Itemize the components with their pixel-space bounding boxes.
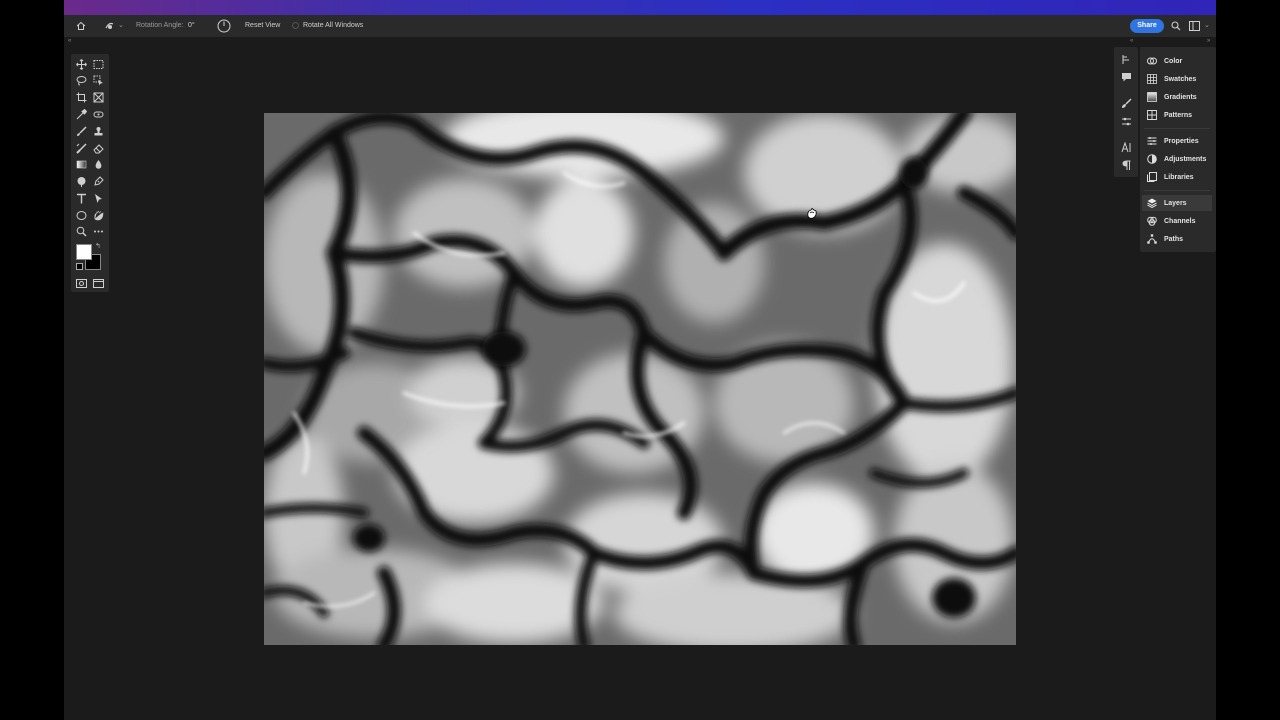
blur-tool-icon[interactable] — [91, 158, 105, 171]
move-tool-icon[interactable] — [74, 58, 88, 71]
panel-libraries[interactable]: Libraries — [1142, 169, 1212, 185]
path-select-tool-icon[interactable] — [91, 192, 105, 205]
panel-adjustments[interactable]: Adjustments — [1142, 151, 1212, 167]
marquee-tool-icon[interactable] — [91, 58, 105, 71]
panel-label: Libraries — [1164, 173, 1194, 181]
search-icon[interactable] — [1171, 15, 1181, 37]
frame-tool-icon[interactable] — [91, 91, 105, 104]
brush-tool-icon[interactable] — [74, 125, 88, 138]
document-canvas[interactable] — [264, 113, 1016, 645]
default-colors-icon[interactable] — [76, 263, 83, 270]
panel-layers[interactable]: Layers — [1142, 195, 1212, 211]
panel-gradients[interactable]: Gradients — [1142, 89, 1212, 105]
collapse-right-icon[interactable]: « — [1130, 38, 1133, 44]
spot-healing-tool-icon[interactable] — [91, 108, 105, 121]
libraries-icon — [1146, 172, 1157, 183]
type-tool-icon[interactable] — [74, 192, 88, 205]
gradients-icon — [1146, 92, 1157, 103]
collapse-left-icon[interactable]: « — [68, 38, 71, 44]
workspace-icon[interactable] — [1189, 15, 1200, 37]
history-icon[interactable] — [1119, 53, 1133, 66]
patterns-icon — [1146, 110, 1157, 121]
paragraph-icon[interactable] — [1119, 159, 1133, 172]
swap-colors-icon[interactable]: ↰ — [95, 242, 101, 250]
panel-properties[interactable]: Properties — [1142, 133, 1212, 149]
channels-icon — [1146, 216, 1157, 227]
title-strip — [64, 0, 1216, 15]
paths-icon — [1146, 234, 1157, 245]
options-bar: ⌄ Rotation Angle: 0° Reset View Rotate A… — [64, 15, 1216, 37]
panel-patterns[interactable]: Patterns — [1142, 107, 1212, 123]
panel-label: Gradients — [1164, 93, 1197, 101]
dodge-tool-icon[interactable] — [74, 175, 88, 188]
workspace-chevron-icon[interactable]: ⌄ — [1204, 15, 1210, 37]
panel-label: Paths — [1164, 235, 1184, 243]
eraser-tool-icon[interactable] — [91, 142, 105, 155]
panel-divider — [1144, 190, 1210, 191]
rotate-all-checkbox[interactable] — [292, 15, 299, 37]
panel-label: Properties — [1164, 137, 1199, 145]
eyedropper-tool-icon[interactable] — [74, 108, 88, 121]
pen-tool-icon[interactable] — [91, 175, 105, 188]
panel-channels[interactable]: Channels — [1142, 213, 1212, 229]
panel-swatches[interactable]: Swatches — [1142, 71, 1212, 87]
screen-mode-icon[interactable] — [91, 277, 105, 290]
panel-label: Color — [1164, 57, 1183, 65]
panel-label: Adjustments — [1164, 155, 1207, 163]
reset-view-button[interactable]: Reset View — [245, 15, 280, 37]
object-select-tool-icon[interactable] — [91, 74, 105, 87]
hand-rotate-tool-icon[interactable] — [91, 209, 105, 222]
tools-panel: ↰ — [71, 54, 109, 292]
ellipse-tool-icon[interactable] — [74, 209, 88, 222]
crop-tool-icon[interactable] — [74, 91, 88, 104]
panel-divider — [1144, 128, 1210, 129]
chevron-down-icon[interactable]: ⌄ — [118, 15, 124, 37]
panel-icon-strip — [1114, 47, 1138, 177]
rotate-view-icon[interactable] — [104, 15, 116, 37]
foreground-color-swatch[interactable] — [76, 244, 92, 260]
comments-icon[interactable] — [1119, 71, 1133, 84]
history-brush-tool-icon[interactable] — [74, 142, 88, 155]
canvas-image — [264, 113, 1016, 645]
rotate-all-windows-label: Rotate All Windows — [303, 22, 364, 29]
panels-list: Color Swatches Gradients Patterns Proper… — [1140, 47, 1216, 252]
panel-paths[interactable]: Paths — [1142, 231, 1212, 247]
clone-stamp-tool-icon[interactable] — [91, 125, 105, 138]
more-tools-icon[interactable] — [91, 225, 105, 238]
share-button[interactable]: Share — [1130, 19, 1164, 33]
panel-label: Swatches — [1164, 75, 1197, 83]
panel-label: Channels — [1164, 217, 1196, 225]
collapse-panel-icon[interactable]: » — [1207, 38, 1210, 44]
layers-icon — [1146, 198, 1157, 209]
rotation-angle-label: Rotation Angle: — [136, 22, 184, 29]
gradient-tool-icon[interactable] — [74, 158, 88, 171]
color-icon — [1146, 56, 1157, 67]
home-icon[interactable] — [76, 15, 86, 37]
panel-color[interactable]: Color — [1142, 53, 1212, 69]
adjustments-icon — [1146, 154, 1157, 165]
quick-mask-icon[interactable] — [74, 277, 88, 290]
zoom-tool-icon[interactable] — [74, 225, 88, 238]
rotate-view-cursor-icon — [805, 207, 819, 226]
rotation-dial-icon[interactable] — [217, 15, 231, 37]
app-window: ⌄ Rotation Angle: 0° Reset View Rotate A… — [64, 0, 1216, 720]
panel-label: Layers — [1164, 199, 1187, 207]
character-icon[interactable] — [1119, 141, 1133, 154]
swatches-icon — [1146, 74, 1157, 85]
lasso-tool-icon[interactable] — [74, 74, 88, 87]
rotation-angle-input[interactable]: 0° — [188, 15, 195, 37]
brush-settings-icon[interactable] — [1119, 115, 1133, 128]
panel-label: Patterns — [1164, 111, 1193, 119]
brushes-icon[interactable] — [1119, 97, 1133, 110]
properties-icon — [1146, 136, 1157, 147]
